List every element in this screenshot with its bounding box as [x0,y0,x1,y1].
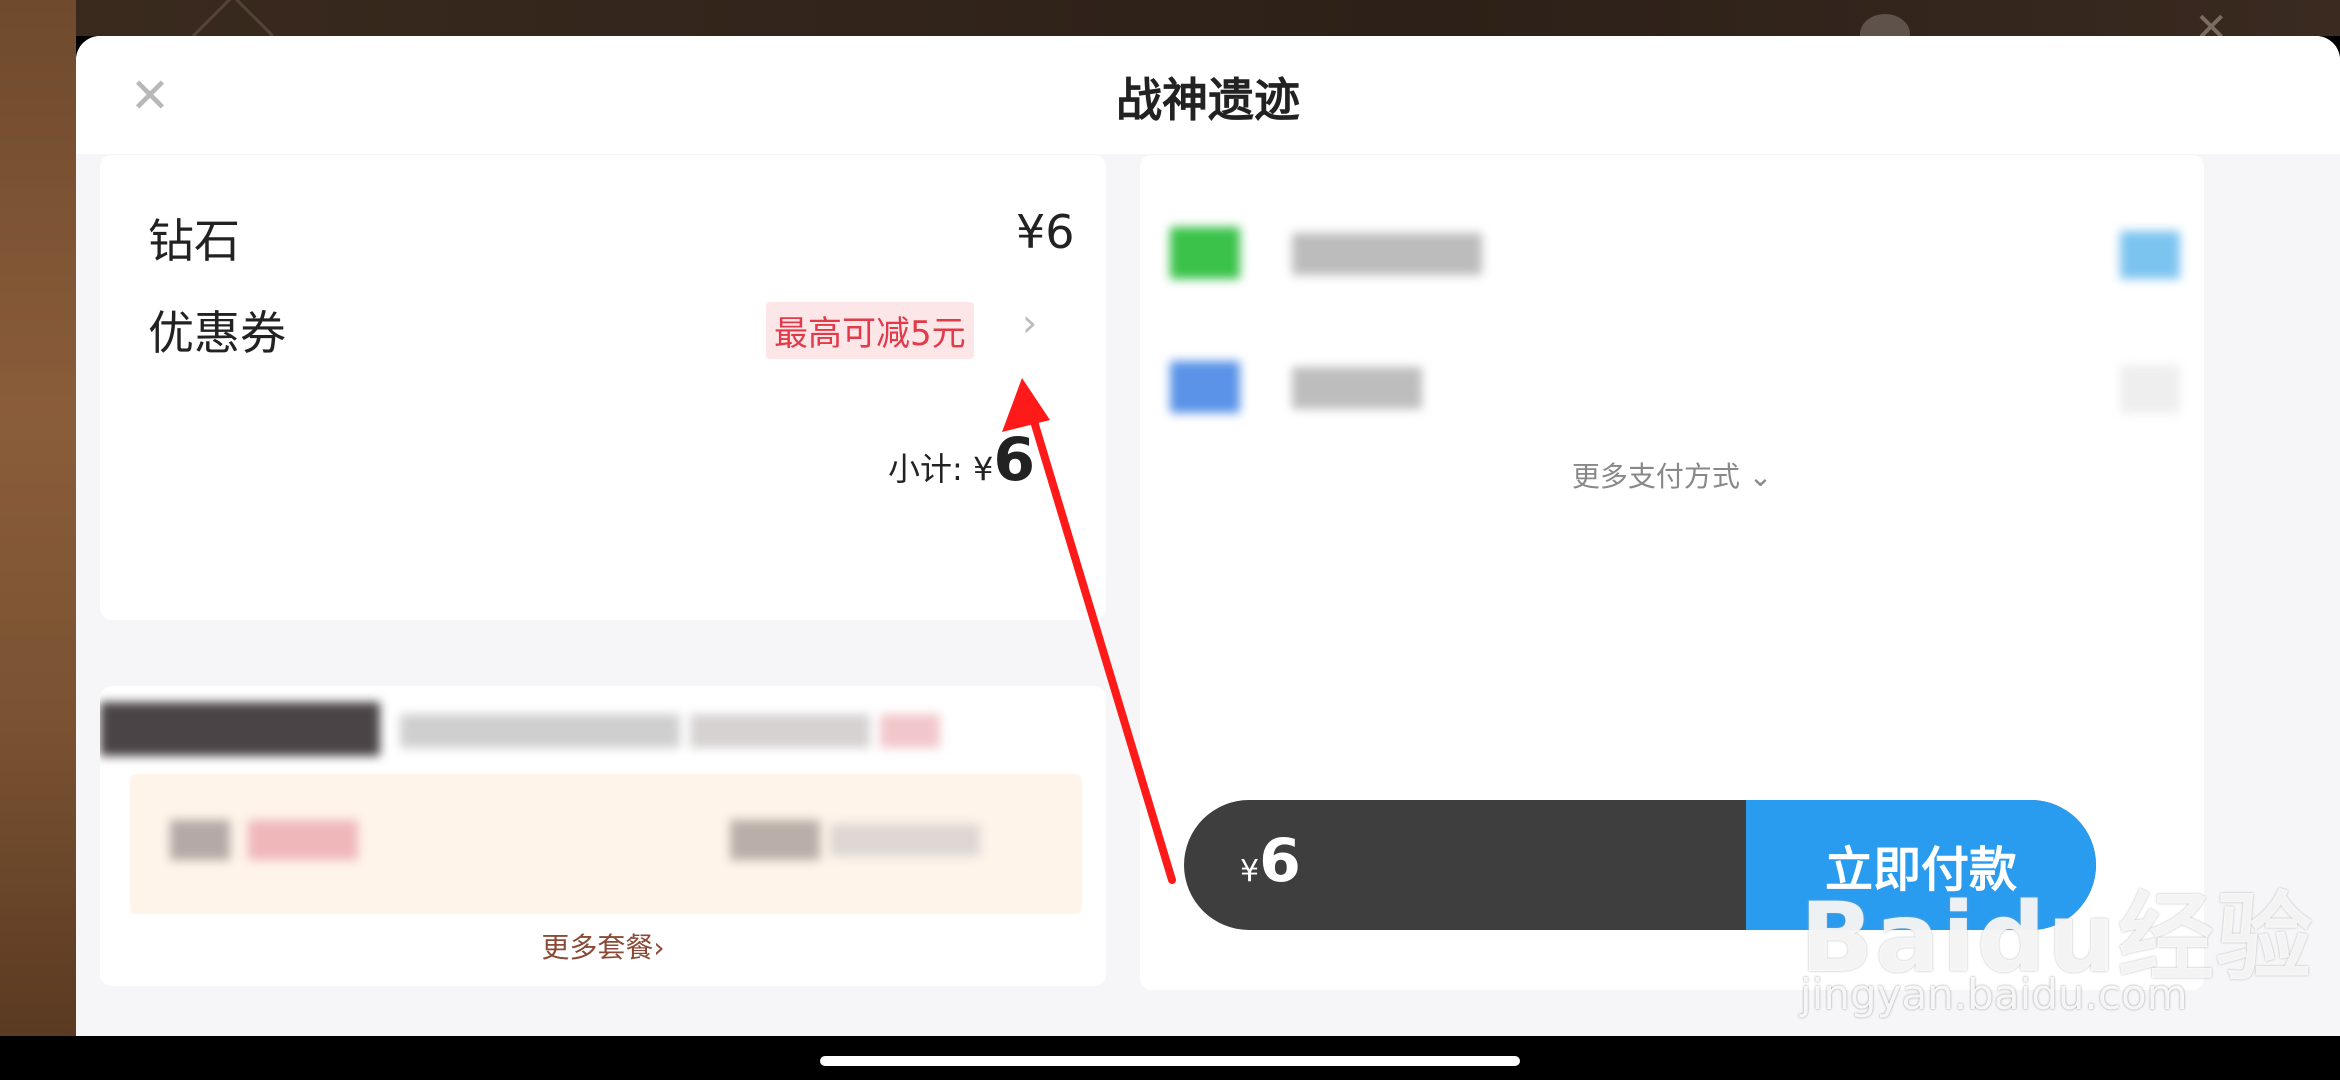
item-label: 钻石 [148,214,240,268]
background-top-bar: ✕ [76,0,2340,77]
wechat-pay-icon[interactable] [1170,227,1240,279]
blurred-package-desc-2 [690,714,870,748]
radio-unselected-icon[interactable] [2120,365,2180,413]
background-game-scene [0,0,76,1036]
pay-total-value: 6 [1259,826,1301,896]
alipay-icon[interactable] [1170,361,1240,413]
package-card: 更多套餐› [100,686,1106,986]
blurred-package-desc [400,714,680,748]
home-indicator[interactable] [820,1056,1520,1066]
blurred-text [730,820,820,860]
chevron-right-icon[interactable]: › [1022,304,1037,342]
more-payment-methods[interactable]: 更多支付方式 ⌄ [1140,455,2204,495]
order-summary-card: 钻石 ¥6 优惠券 小计: ¥6 [100,155,1106,620]
blurred-payment-name [1292,367,1422,409]
package-option[interactable] [130,774,1082,914]
subtotal-label: 小计: ¥ [888,450,994,488]
coupon-discount-badge[interactable]: 最高可减5元 [766,302,974,359]
item-price: ¥6 [1016,205,1075,259]
more-packages-link[interactable]: 更多套餐› [100,926,1106,966]
subtotal-value: 6 [993,425,1036,495]
currency-symbol: ¥ [1240,854,1260,889]
watermark-url: jingyan.baidu.com [1800,970,2188,1019]
modal-title: 战神遗迹 [1116,73,1300,127]
subtotal: 小计: ¥6 [888,425,1035,495]
blurred-package-title [100,702,380,756]
blurred-payment-name [1292,233,1482,275]
blurred-text [830,824,980,856]
blurred-text [170,820,230,860]
blurred-package-tag [880,714,940,748]
coupon-label[interactable]: 优惠券 [148,297,286,363]
radio-selected-icon[interactable] [2120,231,2180,279]
pay-total: ¥6 [1240,826,1301,896]
modal-header: ✕ 战神遗迹 [76,36,2340,154]
blurred-text [248,820,358,860]
